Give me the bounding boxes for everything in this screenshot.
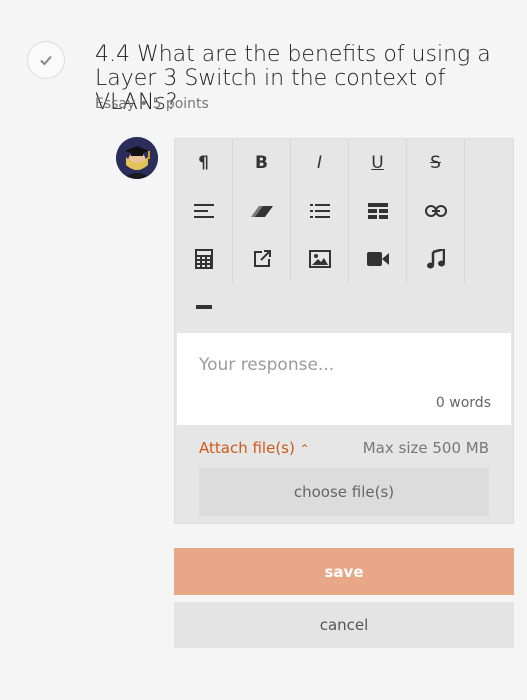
video-icon[interactable] xyxy=(349,235,407,283)
link-icon[interactable] xyxy=(407,187,465,235)
word-count: 0 words xyxy=(435,395,491,411)
paragraph-icon[interactable]: ¶ xyxy=(175,139,233,187)
strikethrough-icon[interactable]: S xyxy=(407,139,465,187)
response-textarea[interactable]: Your response... 0 words xyxy=(177,333,511,425)
question-meta: Essay • 5 points xyxy=(95,96,209,112)
response-placeholder: Your response... xyxy=(199,355,335,375)
cancel-button[interactable]: cancel xyxy=(174,602,514,648)
choose-files-button[interactable]: choose file(s) xyxy=(199,468,489,516)
italic-icon[interactable]: I xyxy=(291,139,349,187)
eraser-icon[interactable] xyxy=(233,187,291,235)
align-icon[interactable] xyxy=(175,187,233,235)
max-size-label: Max size 500 MB xyxy=(362,439,489,457)
editor-toolbar: ¶ B I U S xyxy=(175,139,513,333)
table-icon[interactable] xyxy=(349,187,407,235)
image-icon[interactable] xyxy=(291,235,349,283)
music-icon[interactable] xyxy=(407,235,465,283)
bold-icon[interactable]: B xyxy=(233,139,291,187)
external-link-icon[interactable] xyxy=(233,235,291,283)
completion-check-icon xyxy=(27,41,65,79)
horizontal-rule-icon[interactable] xyxy=(175,283,233,331)
list-icon[interactable] xyxy=(291,187,349,235)
response-editor: ¶ B I U S Your response... 0 words Attac… xyxy=(174,138,514,524)
chevron-up-icon: ⌃ xyxy=(299,442,310,456)
avatar xyxy=(116,137,158,179)
calculator-icon[interactable] xyxy=(175,235,233,283)
underline-icon[interactable]: U xyxy=(349,139,407,187)
save-button[interactable]: save xyxy=(174,548,514,595)
attach-files-toggle[interactable]: Attach file(s) ⌃ xyxy=(199,439,310,457)
attach-files-label: Attach file(s) xyxy=(199,439,295,457)
